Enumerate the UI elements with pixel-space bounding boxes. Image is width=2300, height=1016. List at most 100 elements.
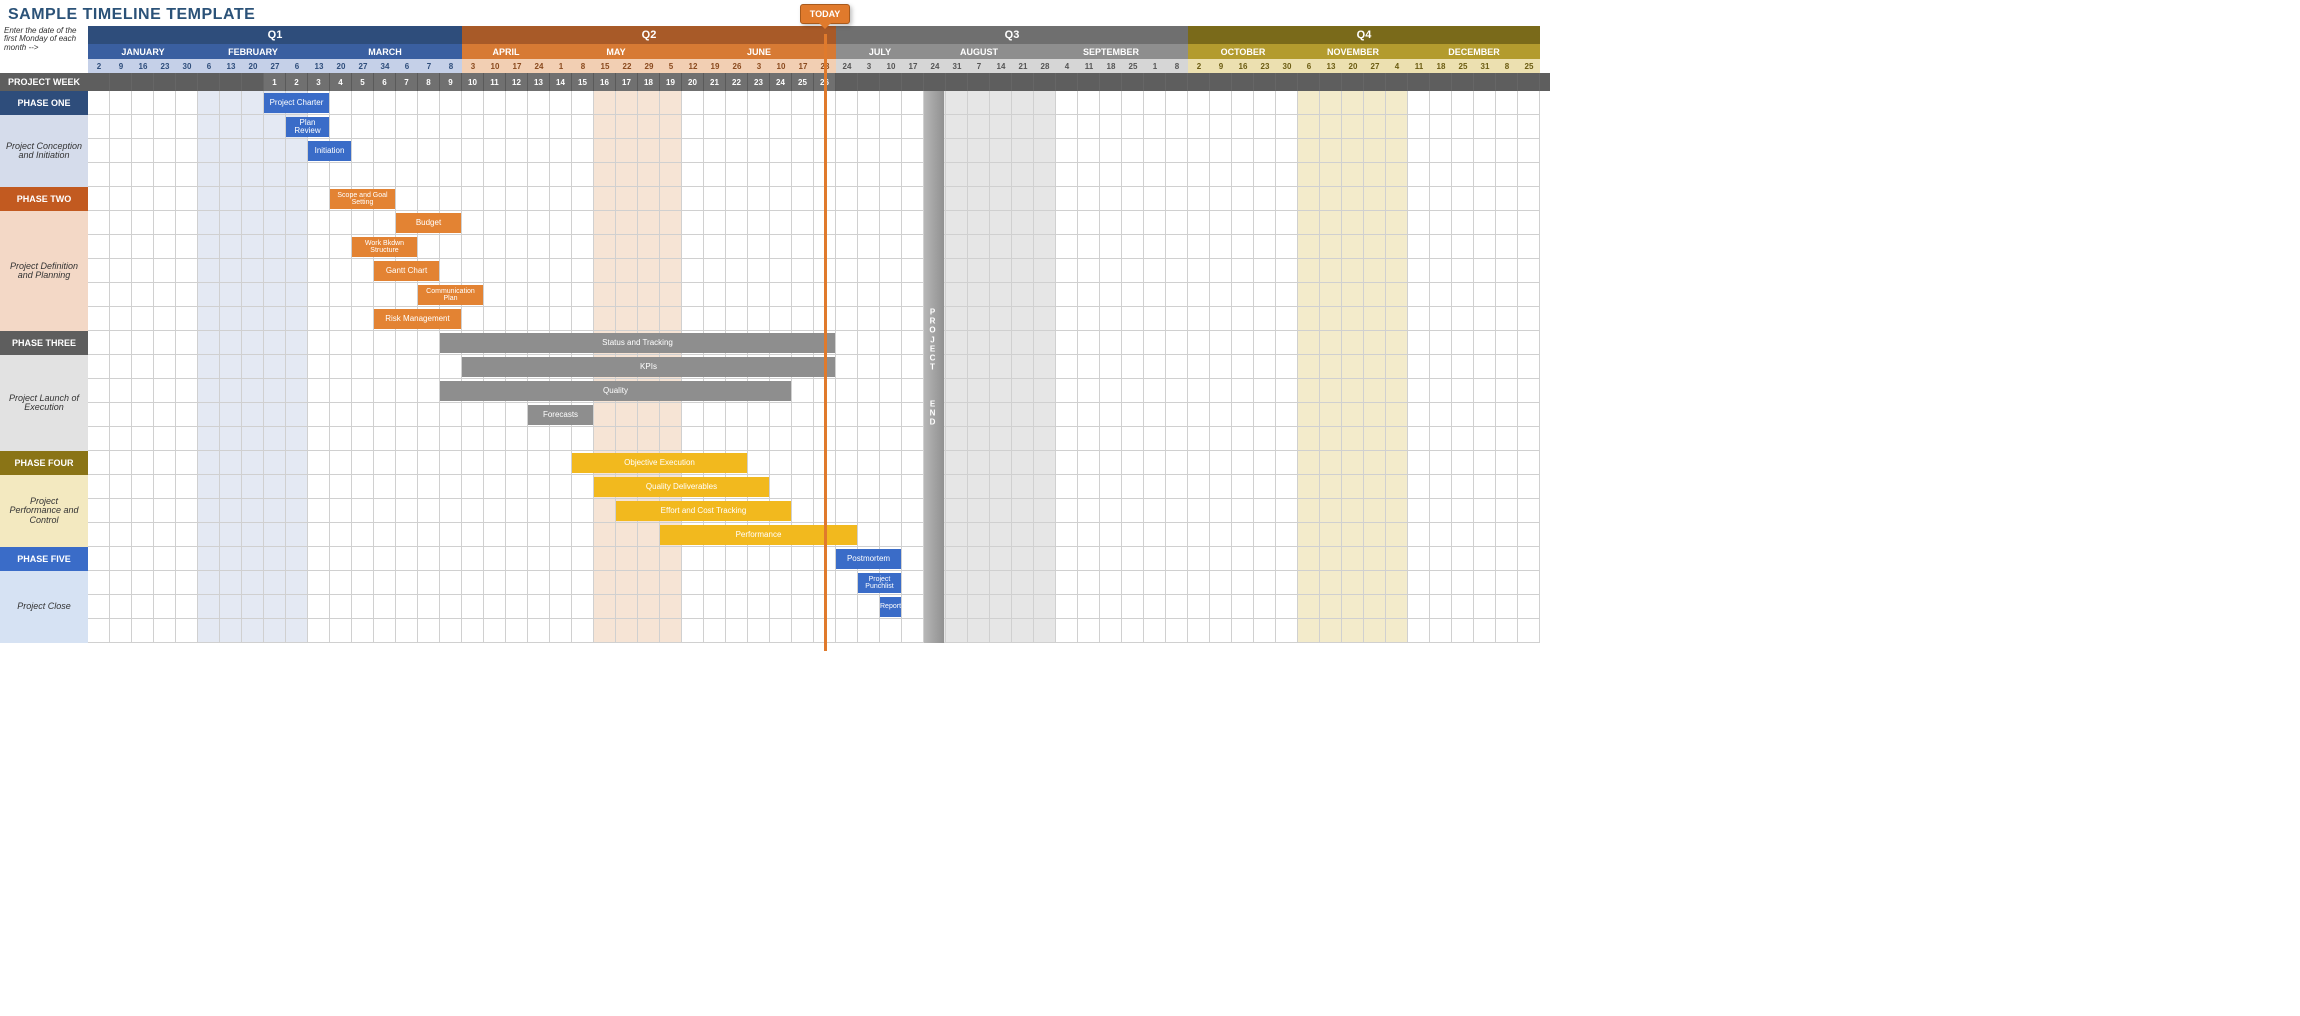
grid-cell <box>616 115 638 139</box>
grid-cell <box>176 91 198 115</box>
task-bar[interactable]: Gantt Chart <box>374 261 439 281</box>
task-bar[interactable]: Project Punchlist <box>858 573 901 593</box>
task-bar[interactable]: Quality Deliverables <box>594 477 769 497</box>
grid-cell <box>1518 547 1540 571</box>
grid-cell <box>792 379 814 403</box>
week-date: 24 <box>836 59 858 73</box>
grid-cell <box>836 379 858 403</box>
grid-cell <box>1408 139 1430 163</box>
grid-cell <box>418 475 440 499</box>
grid-cell <box>374 91 396 115</box>
grid-cell <box>176 259 198 283</box>
grid-cell <box>748 403 770 427</box>
grid-cell <box>1496 523 1518 547</box>
grid-cell <box>506 211 528 235</box>
grid-cell <box>1496 283 1518 307</box>
grid-cell <box>1496 91 1518 115</box>
grid-cell <box>1452 427 1474 451</box>
grid-cell <box>462 619 484 643</box>
grid-cell <box>132 379 154 403</box>
grid-cell <box>1320 187 1342 211</box>
grid-cell <box>440 571 462 595</box>
grid-cell <box>1496 475 1518 499</box>
grid-cell <box>1166 235 1188 259</box>
grid-cell <box>1430 427 1452 451</box>
grid-cell <box>616 595 638 619</box>
grid-cell <box>1518 451 1540 475</box>
grid-cell <box>1518 595 1540 619</box>
grid-cell <box>1166 499 1188 523</box>
grid-cell <box>748 619 770 643</box>
grid-cell <box>1298 91 1320 115</box>
grid-cell <box>484 523 506 547</box>
grid-cell <box>352 163 374 187</box>
grid-cell <box>176 187 198 211</box>
grid-cell <box>198 499 220 523</box>
task-bar[interactable]: Performance <box>660 525 857 545</box>
grid-cell <box>484 571 506 595</box>
task-bar[interactable]: Effort and Cost Tracking <box>616 501 791 521</box>
project-week-label: PROJECT WEEK <box>0 73 88 91</box>
grid-cell <box>1320 499 1342 523</box>
grid-cell <box>616 523 638 547</box>
grid-cell <box>330 595 352 619</box>
grid-cell <box>792 235 814 259</box>
grid-cell <box>550 451 572 475</box>
task-bar[interactable]: Work Bkdwn Structure <box>352 237 417 257</box>
grid-cell <box>154 571 176 595</box>
task-bar[interactable]: Postmortem <box>836 549 901 569</box>
grid-cell <box>902 571 924 595</box>
task-bar[interactable]: Initiation <box>308 141 351 161</box>
grid-cell <box>1100 451 1122 475</box>
task-bar[interactable]: Objective Execution <box>572 453 747 473</box>
task-bar[interactable]: Budget <box>396 213 461 233</box>
grid-cell <box>418 547 440 571</box>
grid-cell <box>638 307 660 331</box>
task-bar[interactable]: Project Charter <box>264 93 329 113</box>
grid-cell <box>308 427 330 451</box>
task-bar[interactable]: Risk Management <box>374 309 461 329</box>
grid-cell <box>1232 331 1254 355</box>
grid-cell <box>198 187 220 211</box>
grid-cell <box>506 139 528 163</box>
grid-cell <box>1518 355 1540 379</box>
task-bar[interactable]: Status and Tracking <box>440 333 835 353</box>
week-date: 6 <box>396 59 418 73</box>
grid-cell <box>110 163 132 187</box>
grid-cell <box>880 331 902 355</box>
grid-cell <box>1408 427 1430 451</box>
grid-cell <box>110 403 132 427</box>
grid-cell <box>242 499 264 523</box>
grid-cell <box>440 523 462 547</box>
task-bar[interactable]: KPIs <box>462 357 835 377</box>
task-bar[interactable]: Communication Plan <box>418 285 483 305</box>
grid-cell <box>308 499 330 523</box>
grid-cell <box>946 571 968 595</box>
grid-cell <box>1364 355 1386 379</box>
grid-cell <box>506 235 528 259</box>
grid-cell <box>198 331 220 355</box>
project-week-cell: 14 <box>550 73 572 91</box>
grid-cell <box>154 475 176 499</box>
task-bar[interactable]: Report <box>880 597 901 617</box>
task-bar[interactable]: Scope and Goal Setting <box>330 189 395 209</box>
task-bar[interactable]: Quality <box>440 381 791 401</box>
grid-cell <box>1386 283 1408 307</box>
grid-cell <box>792 475 814 499</box>
grid-cell <box>1144 475 1166 499</box>
grid-cell <box>1518 571 1540 595</box>
grid-cell <box>1078 187 1100 211</box>
grid-cell <box>1386 595 1408 619</box>
task-bar[interactable]: Forecasts <box>528 405 593 425</box>
grid-cell <box>1474 91 1496 115</box>
grid-cell <box>748 451 770 475</box>
grid-cell <box>902 595 924 619</box>
grid-cell <box>902 163 924 187</box>
grid-cell <box>1298 115 1320 139</box>
grid-cell <box>1078 259 1100 283</box>
task-bar[interactable]: Plan Review <box>286 117 329 137</box>
grid-cell <box>572 499 594 523</box>
grid-cell <box>264 499 286 523</box>
grid-cell <box>110 427 132 451</box>
project-week-cell: 9 <box>440 73 462 91</box>
